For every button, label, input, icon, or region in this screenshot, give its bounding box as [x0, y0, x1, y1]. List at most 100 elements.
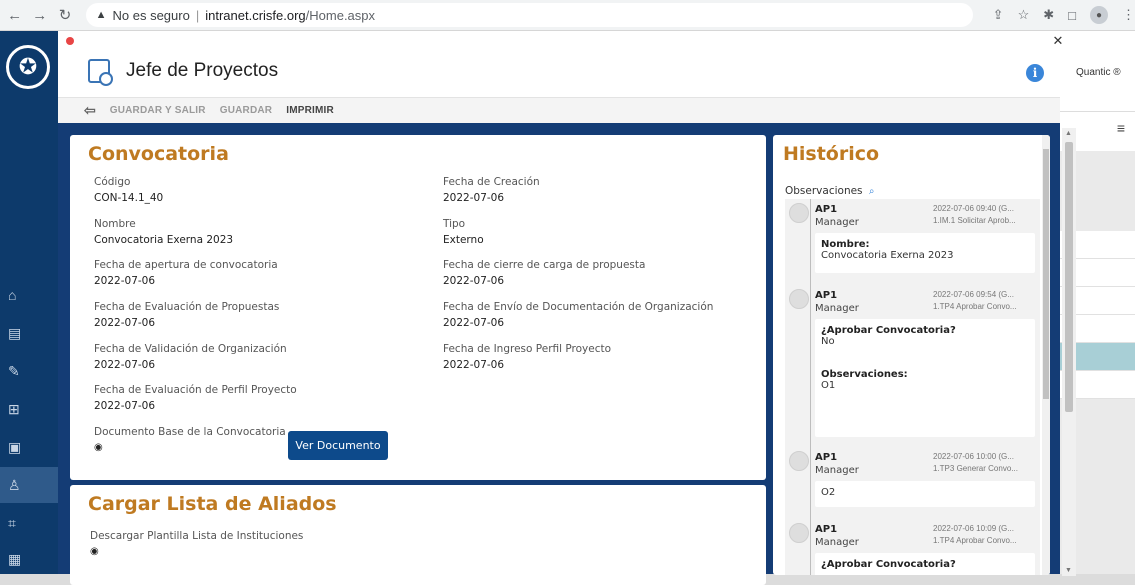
info-icon[interactable]: i [1026, 64, 1044, 82]
field-evaluacion-perfil: Fecha de Evaluación de Perfil Proyecto 2… [94, 384, 297, 412]
extensions-icon[interactable]: ✱ [1043, 7, 1054, 23]
url-separator: | [195, 7, 200, 23]
field-value: 2022-07-06 [94, 359, 156, 371]
eye-icon[interactable]: ◉ [90, 546, 303, 557]
profile-avatar-icon[interactable]: ● [1090, 6, 1108, 24]
field-value: 2022-07-06 [94, 275, 156, 287]
history-value: Convocatoria Exerna 2023 [821, 250, 954, 261]
field-value: 2022-07-06 [443, 359, 505, 371]
field-value: Convocatoria Exerna 2023 [94, 234, 234, 246]
aliados-card: Cargar Lista de Aliados Descargar Planti… [70, 485, 766, 585]
forward-arrow-icon[interactable]: → [29, 4, 50, 26]
aliados-title: Cargar Lista de Aliados [88, 493, 337, 515]
field-label: Fecha de Creación [443, 176, 540, 188]
edit-doc-icon[interactable]: ✎ [0, 353, 58, 389]
field-value: 2022-07-06 [94, 317, 156, 329]
history-role: Manager [815, 537, 859, 548]
home-icon[interactable]: ⌂ [0, 277, 58, 313]
modal-scroll-thumb[interactable] [1065, 142, 1073, 412]
history-date: 2022-07-06 10:09 (G... [933, 524, 1014, 533]
menu-dots-icon[interactable]: ⋮ [1122, 7, 1135, 23]
save-button[interactable]: GUARDAR [220, 105, 273, 116]
field-fecha-creacion: Fecha de Creación 2022-07-06 [443, 176, 540, 204]
history-value: O1 [821, 380, 836, 391]
historico-title: Histórico [783, 143, 880, 165]
history-date: 2022-07-06 10:00 (G... [933, 452, 1014, 461]
field-label: Fecha de Envío de Documentación de Organ… [443, 301, 714, 313]
eye-icon[interactable]: ◉ [94, 442, 286, 453]
warning-icon: ▲ [95, 9, 107, 21]
user-avatar-icon [789, 523, 809, 543]
save-exit-button[interactable]: GUARDAR Y SALIR [110, 105, 206, 116]
field-plantilla: Descargar Plantilla Lista de Institucion… [90, 530, 303, 557]
field-label: Nombre [94, 218, 136, 230]
print-button[interactable]: IMPRIMIR [286, 105, 334, 116]
report-icon[interactable]: ▦ [0, 541, 58, 577]
history-role: Manager [815, 303, 859, 314]
field-value: CON-14.1_40 [94, 192, 164, 204]
history-action: 1.TP4 Aprobar Convo... [933, 302, 1017, 311]
history-body: ¿Aprobar Convocatoria? [815, 553, 1035, 575]
user-avatar-icon [789, 451, 809, 471]
clipboard-icon[interactable]: ▤ [0, 315, 58, 351]
history-user: AP1 [815, 452, 838, 463]
search-doc-icon[interactable]: ⌕ [869, 186, 875, 197]
history-key: Observaciones: [821, 369, 908, 380]
presentation-icon[interactable]: ⊞ [0, 391, 58, 427]
share-icon[interactable]: ⇪ [993, 7, 1004, 23]
user-avatar-icon [789, 289, 809, 309]
reload-icon[interactable]: ↻ [54, 4, 75, 26]
history-timeline: AP1 Manager 2022-07-06 09:40 (G... 1.IM.… [785, 199, 1040, 575]
history-key: ¿Aprobar Convocatoria? [821, 559, 956, 570]
clipboard-clock-icon [88, 59, 113, 86]
user-avatar-icon [789, 203, 809, 223]
history-date: 2022-07-06 09:54 (G... [933, 290, 1014, 299]
user-icon[interactable]: ♙ [0, 467, 58, 503]
history-scroll-thumb[interactable] [1043, 149, 1049, 399]
field-tipo: Tipo Externo [443, 218, 484, 246]
back-exit-icon[interactable]: ⇦ [84, 102, 96, 119]
modal-header: Jefe de Proyectos [58, 45, 1060, 97]
history-key: Nombre: [821, 239, 870, 250]
modal-dialog: ✕ Jefe de Proyectos i ⇦ GUARDAR Y SALIR … [58, 31, 1076, 585]
field-nombre: Nombre Convocatoria Exerna 2023 [94, 218, 233, 246]
history-entry: AP1 Manager 2022-07-06 09:54 (G... 1.TP4… [785, 285, 1040, 447]
app-sidebar: ✪ ⌂ ▤ ✎ ⊞ ▣ ♙ ⌗ ▦ [0, 31, 58, 574]
history-body: ¿Aprobar Convocatoria? No Observaciones:… [815, 319, 1035, 437]
url-warning: No es seguro [112, 7, 190, 23]
window-icon[interactable]: □ [1068, 8, 1076, 23]
history-key: ¿Aprobar Convocatoria? [821, 325, 956, 336]
scroll-down-icon[interactable]: ▼ [1065, 567, 1072, 574]
brand-text: Quantic ® [1060, 31, 1135, 111]
back-arrow-icon[interactable]: ← [4, 4, 25, 26]
history-action: 1.TP3 Generar Convo... [933, 464, 1018, 473]
history-user: AP1 [815, 290, 838, 301]
field-ingreso-perfil: Fecha de Ingreso Perfil Proyecto 2022-07… [443, 343, 611, 371]
modal-content: Convocatoria Código CON-14.1_40 Fecha de… [58, 123, 1060, 585]
field-label: Fecha de Evaluación de Perfil Proyecto [94, 384, 297, 396]
modal-scrollbar[interactable]: ▲ ▼ [1062, 128, 1076, 576]
history-role: Manager [815, 217, 859, 228]
field-label: Descargar Plantilla Lista de Institucion… [90, 530, 304, 542]
network-icon[interactable]: ⌗ [0, 505, 58, 541]
convocatoria-card: Convocatoria Código CON-14.1_40 Fecha de… [70, 135, 766, 480]
star-icon[interactable]: ☆ [1018, 7, 1030, 23]
scroll-up-icon[interactable]: ▲ [1065, 130, 1072, 137]
address-bar[interactable]: ▲ No es seguro | intranet.crisfe.org /Ho… [85, 3, 973, 27]
field-label: Fecha de Ingreso Perfil Proyecto [443, 343, 612, 355]
history-date: 2022-07-06 09:40 (G... [933, 204, 1014, 213]
field-label: Documento Base de la Convocatoria [94, 426, 286, 438]
field-value: Externo [443, 234, 484, 246]
field-cierre: Fecha de cierre de carga de propuesta 20… [443, 259, 645, 287]
history-scrollbar[interactable] [1042, 135, 1050, 575]
url-path: /Home.aspx [305, 7, 376, 23]
history-body: O2 [815, 481, 1035, 507]
view-document-button[interactable]: Ver Documento [288, 431, 388, 460]
field-value: 2022-07-06 [443, 275, 505, 287]
observations-label: Observaciones ⌕ [785, 185, 874, 197]
field-label: Tipo [443, 218, 466, 230]
history-value: O2 [821, 487, 836, 498]
browser-actions: ⇪ ☆ ✱ □ ● ⋮ [993, 6, 1135, 24]
history-action: 1.TP4 Aprobar Convo... [933, 536, 1017, 545]
screen-icon[interactable]: ▣ [0, 429, 58, 465]
